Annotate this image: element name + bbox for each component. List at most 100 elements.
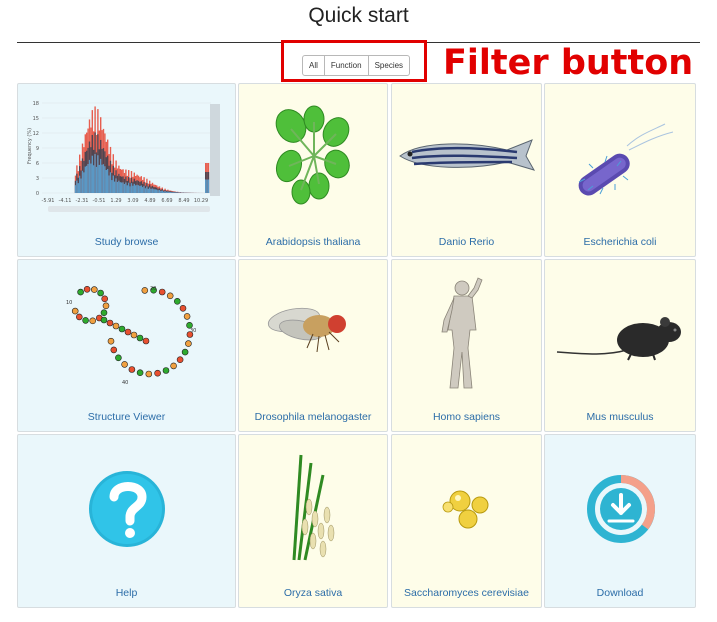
tile-download[interactable]: Download	[544, 434, 696, 608]
histogram-bar	[95, 166, 98, 193]
filter-function-button[interactable]: Function	[323, 55, 369, 76]
svg-text:10: 10	[66, 300, 72, 306]
rna-nucleotide	[174, 297, 181, 305]
histogram-bar	[93, 165, 95, 193]
histogram-bar	[156, 189, 158, 193]
rna-nucleotide	[179, 304, 187, 312]
rna-nucleotide	[97, 289, 104, 297]
histogram-bar	[81, 170, 84, 193]
rna-nucleotide	[158, 288, 166, 296]
chart-ytick: 6	[36, 161, 39, 167]
tile-label: Download	[596, 587, 644, 599]
tile-label: Danio Rerio	[438, 236, 495, 248]
tile-label: Oryza sativa	[283, 587, 343, 599]
rna-nucleotide	[154, 369, 161, 377]
page-title: Quick start	[308, 4, 409, 27]
rna-nucleotide	[83, 285, 91, 293]
filter-button-group: All Function Species	[302, 55, 411, 76]
chart-ytick: 9	[36, 146, 39, 152]
chart-ytick: 0	[36, 191, 39, 197]
human-statue-icon	[441, 277, 483, 389]
tile-danio-rerio[interactable]: Danio Rerio	[391, 83, 542, 257]
histogram-bar	[79, 175, 81, 193]
rna-nucleotide	[101, 295, 108, 303]
chart-xtick: 8.49	[178, 198, 189, 204]
histogram-bar	[139, 185, 141, 193]
chart-xtick: -4.11	[59, 198, 72, 204]
histogram-bar	[91, 155, 93, 193]
tile-escherichia-coli[interactable]: Escherichia coli	[544, 83, 696, 257]
rna-structure-icon: 10 20 30 40	[66, 285, 196, 386]
rna-nucleotide	[112, 322, 120, 330]
download-icon	[587, 475, 655, 543]
chart-xtick: -2.31	[76, 198, 89, 204]
histogram-bar	[177, 192, 179, 193]
chart-xtick: -5.91	[42, 198, 55, 204]
histogram-bar	[144, 188, 147, 193]
histogram-bar	[150, 188, 152, 193]
histogram-bar	[84, 166, 86, 193]
tile-label: Study browse	[94, 236, 159, 248]
histogram-bar	[126, 185, 128, 193]
tile-label: Homo sapiens	[432, 411, 501, 423]
rna-nucleotide	[141, 287, 149, 294]
histogram-bar	[163, 191, 165, 193]
histogram-bar	[74, 185, 77, 193]
tile-label: Escherichia coli	[583, 236, 657, 248]
chart-scrollbar[interactable]	[48, 206, 210, 212]
rna-nucleotide	[166, 292, 174, 300]
tile-drosophila[interactable]: Drosophila melanogaster	[238, 259, 388, 432]
chart-xtick: 10.29	[194, 198, 208, 204]
rna-nucleotide	[162, 367, 170, 374]
histogram-bar	[125, 182, 127, 193]
histogram-bar	[172, 192, 175, 193]
histogram-bar	[206, 179, 208, 193]
rna-nucleotide	[75, 313, 83, 321]
filter-species-button[interactable]: Species	[367, 55, 411, 76]
histogram-bar	[171, 192, 173, 193]
histogram-bar	[142, 187, 144, 193]
histogram-bar	[109, 172, 112, 193]
rna-nucleotide	[89, 317, 96, 325]
tile-label: Structure Viewer	[87, 411, 166, 423]
yeast-cells-icon	[442, 490, 489, 529]
rna-nucleotide	[136, 369, 144, 376]
histogram-chart-icon: 0 3 6 9 12 15 18 Frequency (%) -5.91 -4.…	[27, 101, 220, 212]
histogram-bar	[168, 191, 170, 193]
rna-nucleotide	[176, 356, 184, 363]
histogram-bar	[133, 183, 135, 193]
histogram-bar	[76, 180, 78, 193]
tile-mus-musculus[interactable]: Mus musculus	[544, 259, 696, 432]
histogram-bar	[135, 185, 137, 193]
chart-range-slider[interactable]	[210, 104, 220, 196]
histogram-bar	[160, 190, 162, 193]
rna-nucleotide	[183, 313, 191, 320]
tile-saccharomyces[interactable]: Saccharomyces cerevisiae	[391, 434, 542, 608]
tile-oryza-sativa[interactable]: Oryza sativa	[238, 434, 388, 608]
histogram-bar	[132, 185, 134, 193]
histogram-bar	[153, 189, 155, 193]
tile-arabidopsis[interactable]: Arabidopsis thaliana	[238, 83, 388, 257]
svg-text:20: 20	[150, 286, 156, 292]
filter-all-button[interactable]: All	[302, 55, 325, 76]
chart-ytick: 12	[33, 131, 39, 137]
tile-label: Saccharomyces cerevisiae	[404, 587, 529, 599]
tile-structure-viewer[interactable]: 10 20 30 40 Structure Viewer	[17, 259, 236, 432]
rna-nucleotide	[142, 337, 150, 345]
chart-xtick: -0.51	[93, 198, 106, 204]
histogram-bar	[83, 172, 85, 193]
histogram-bar	[175, 192, 177, 193]
histogram-bar	[90, 163, 92, 193]
tile-study-browse[interactable]: 0 3 6 9 12 15 18 Frequency (%) -5.91 -4.…	[17, 83, 236, 257]
histogram-bar	[137, 185, 140, 193]
histogram-bar	[94, 154, 96, 193]
histogram-bar	[170, 191, 172, 193]
histogram-bar	[111, 180, 113, 193]
tile-help[interactable]: Help	[17, 434, 236, 608]
histogram-bar	[112, 175, 114, 193]
tile-homo-sapiens[interactable]: Homo sapiens	[391, 259, 542, 432]
histogram-bar	[105, 169, 107, 193]
rna-nucleotide	[145, 370, 153, 378]
chart-ylabel: Frequency (%)	[27, 128, 33, 164]
rna-nucleotide	[110, 346, 118, 354]
